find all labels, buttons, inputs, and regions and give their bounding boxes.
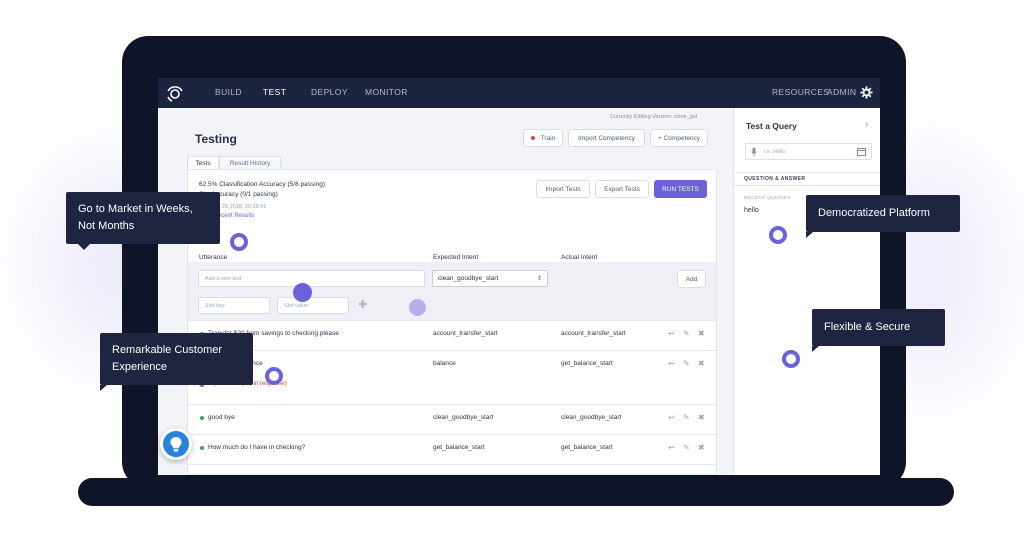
editing-version-label: Currently Editing Version: clone_gol [610,114,698,120]
delete-x-icon[interactable]: ✖ [698,329,705,338]
laptop-base [78,478,954,506]
nav-test[interactable]: TEST [263,87,286,97]
new-test-input[interactable]: Add a new test [198,270,425,287]
row-4-actual: get_balance_start [561,444,613,451]
add-competency-button[interactable]: + Competency [650,129,708,147]
reply-icon[interactable]: ↩ [668,329,675,338]
delete-x-icon[interactable]: ✖ [698,443,705,452]
lightbulb-icon [170,437,182,452]
import-tests-button[interactable]: Import Tests [536,180,590,198]
help-lightbulb-button[interactable] [160,428,192,460]
pass-dot-icon [200,446,204,450]
slot-key-input[interactable]: Slot key [198,297,270,314]
recent-queries-label: RECENT QUERIES [744,196,791,201]
row-divider [188,350,716,351]
page-title: Testing [195,132,237,146]
microphone-icon[interactable] [751,147,757,157]
row-2-actual: get_balance_start [561,360,613,367]
callout-go-to-market: Go to Market in Weeks, Not Months [66,192,220,250]
marketing-stage: BUILD TEST DEPLOY MONITOR RESOURCES ADMI… [0,0,1024,545]
row-3-utterance: good bye [208,414,235,421]
tab-tests[interactable]: Tests [187,156,219,169]
row-2-expected: balance [433,360,456,367]
row-divider [188,320,716,321]
column-header-utterance: Utterance [199,254,228,261]
callout-customer-experience: Remarkable Customer Experience [100,333,253,391]
test-query-panel: Test a Query › i.e. Hello QUESTION & ANS… [733,108,880,475]
nav-resources[interactable]: RESOURCES [772,87,829,97]
test-query-title: Test a Query [746,121,797,131]
row-4-expected: get_balance_start [433,444,485,451]
delete-x-icon[interactable]: ✖ [698,359,705,368]
nav-build[interactable]: BUILD [215,87,242,97]
row-1-expected: account_transfer_start [433,330,498,337]
status-dot-icon [530,136,535,140]
classification-accuracy: 62.5% Classification Accuracy (5/8 passi… [199,181,326,188]
import-competency-button[interactable]: Import Competency [568,129,645,147]
app-logo-icon[interactable] [165,83,185,103]
row-3-actual: clean_goodbye_start [561,414,622,421]
run-tests-button[interactable]: RUN TESTS [654,180,707,198]
hotspot-marker[interactable] [409,299,426,316]
query-input[interactable]: i.e. Hello [745,143,872,160]
chevron-right-icon[interactable]: › [865,119,868,130]
app-screen: BUILD TEST DEPLOY MONITOR RESOURCES ADMI… [158,78,880,475]
edit-pencil-icon[interactable]: ✎ [683,329,690,338]
reply-icon[interactable]: ↩ [668,443,675,452]
hotspot-marker[interactable] [769,226,787,244]
hotspot-marker[interactable] [782,350,800,368]
train-button[interactable]: Train [523,129,563,147]
recent-query-item[interactable]: hello [744,207,759,214]
calendar-icon[interactable] [857,148,866,156]
export-tests-button[interactable]: Export Tests [595,180,649,198]
edit-pencil-icon[interactable]: ✎ [683,443,690,452]
callout-democratized-platform: Democratized Platform [806,195,960,238]
top-navigation: BUILD TEST DEPLOY MONITOR RESOURCES ADMI… [158,78,880,108]
column-header-expected-intent: Expected Intent [433,254,479,261]
hotspot-marker[interactable] [230,233,248,251]
expected-intent-select[interactable]: clean_goodbye_start ⇕ [432,270,548,287]
tab-result-history[interactable]: Result History [219,156,281,169]
add-slot-plus-icon[interactable]: ✚ [358,298,367,311]
pass-dot-icon [200,416,204,420]
reply-icon[interactable]: ↩ [668,413,675,422]
nav-deploy[interactable]: DEPLOY [311,87,348,97]
hotspot-marker[interactable] [265,367,283,385]
nav-admin[interactable]: ADMIN [827,87,856,97]
chevron-updown-icon: ⇕ [536,276,542,282]
delete-x-icon[interactable]: ✖ [698,413,705,422]
nav-monitor[interactable]: MONITOR [365,87,408,97]
edit-pencil-icon[interactable]: ✎ [683,359,690,368]
row-4-utterance: How much do I have in checking? [208,444,306,451]
edit-pencil-icon[interactable]: ✎ [683,413,690,422]
gear-icon[interactable] [860,86,873,99]
callout-flexible-secure: Flexible & Secure [812,309,945,352]
row-divider [188,434,716,435]
row-divider [188,404,716,405]
row-divider [188,464,716,465]
hotspot-marker[interactable] [293,283,312,302]
reply-icon[interactable]: ↩ [668,359,675,368]
question-answer-section[interactable]: QUESTION & ANSWER [734,172,880,186]
add-test-button[interactable]: Add [677,270,706,288]
column-header-actual-intent: Actual Intent [561,254,598,261]
slot-value-input[interactable]: Slot value [277,297,349,314]
row-3-expected: clean_goodbye_start [433,414,494,421]
tests-panel [187,169,717,475]
row-1-actual: account_transfer_start [561,330,626,337]
